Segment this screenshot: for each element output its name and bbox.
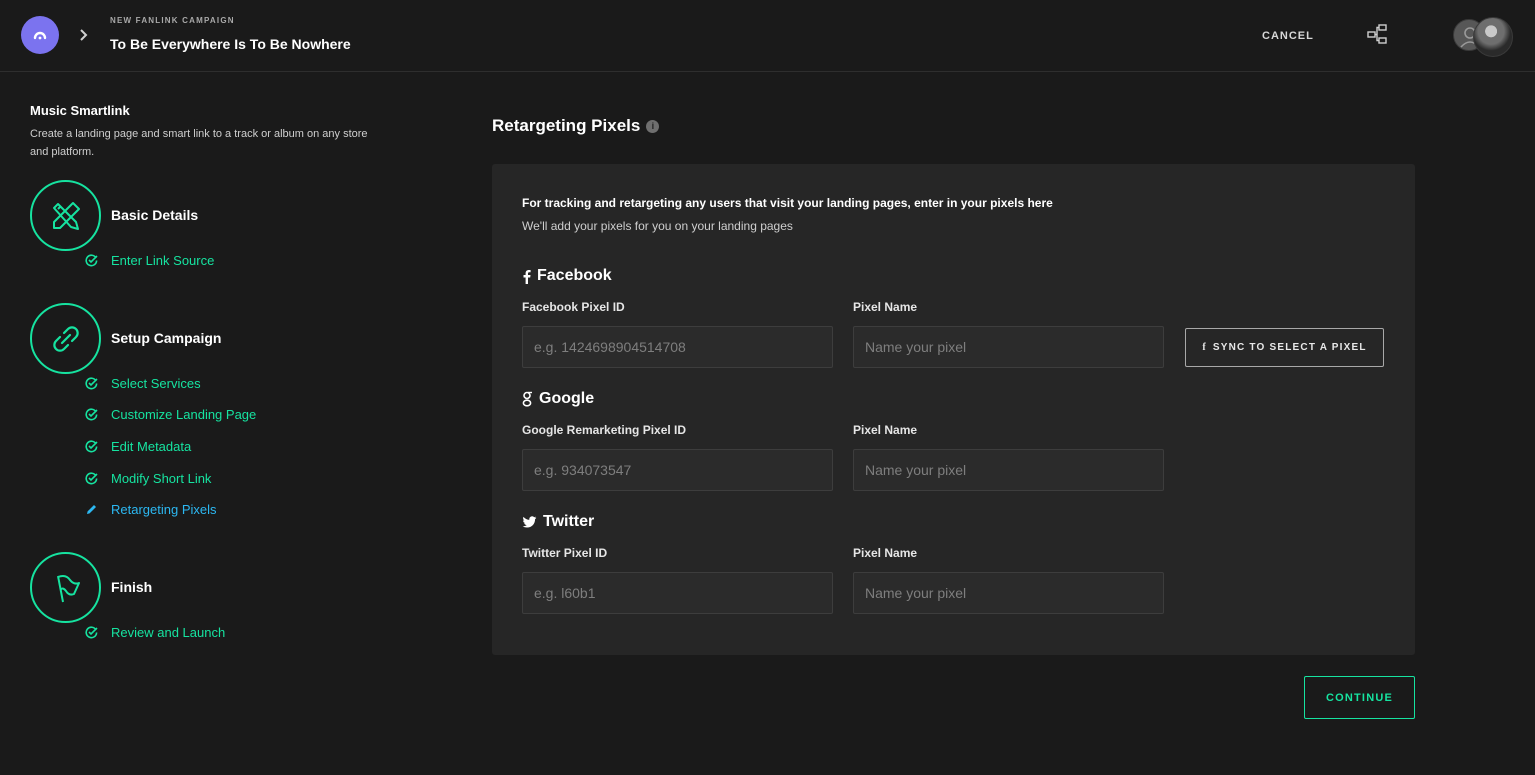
facebook-pixel-id-label: Facebook Pixel ID [522, 300, 625, 314]
flag-icon [56, 574, 80, 602]
step-title-finish[interactable]: Finish [111, 579, 152, 595]
twitter-icon [522, 515, 537, 529]
sitemap-icon[interactable] [1366, 24, 1388, 44]
step-title-setup-campaign[interactable]: Setup Campaign [111, 330, 221, 346]
card-subheading: We'll add your pixels for you on your la… [522, 219, 793, 233]
section-title-facebook: Facebook [522, 267, 612, 285]
twitter-pixel-id-input[interactable] [522, 572, 833, 614]
check-circle-icon [85, 376, 99, 390]
check-circle-icon [85, 439, 99, 453]
substep-customize-landing-page[interactable]: Customize Landing Page [85, 405, 256, 423]
page-title: Retargeting Pixels i [492, 116, 660, 136]
substep-label: Retargeting Pixels [111, 501, 217, 517]
google-pixel-name-label: Pixel Name [853, 423, 918, 437]
twitter-pixel-id-label: Twitter Pixel ID [522, 546, 608, 560]
google-pixel-id-input[interactable] [522, 449, 833, 491]
sidebar-description: Create a landing page and smart link to … [30, 128, 368, 158]
info-icon[interactable]: i [646, 119, 660, 133]
substep-enter-link-source[interactable]: Enter Link Source [85, 251, 214, 269]
substep-label: Enter Link Source [111, 252, 215, 268]
google-icon [522, 391, 533, 407]
step-basic-details-circle [30, 180, 101, 251]
top-header: NEW FANLINK CAMPAIGN To Be Everywhere Is… [0, 0, 1535, 72]
facebook-pixel-id-input[interactable] [522, 326, 833, 368]
substep-modify-short-link[interactable]: Modify Short Link [85, 469, 211, 487]
card-heading: For tracking and retargeting any users t… [522, 196, 1053, 210]
substep-select-services[interactable]: Select Services [85, 374, 201, 392]
facebook-small-icon: f [1202, 342, 1207, 353]
substep-label: Customize Landing Page [111, 406, 257, 422]
sidebar-title: Music Smartlink [30, 103, 130, 118]
facebook-sync-button[interactable]: f SYNC TO SELECT A PIXEL [1185, 328, 1384, 367]
substep-label: Review and Launch [111, 624, 226, 640]
cancel-button[interactable]: CANCEL [1262, 30, 1314, 42]
tools-icon [52, 201, 80, 230]
chevron-right-icon [80, 29, 88, 41]
breadcrumb-eyebrow: NEW FANLINK CAMPAIGN [110, 16, 235, 25]
facebook-icon [522, 269, 531, 284]
continue-button[interactable]: CONTINUE [1304, 676, 1415, 719]
section-title-google: Google [522, 390, 594, 408]
substep-label: Modify Short Link [111, 470, 212, 486]
sync-label: SYNC TO SELECT A PIXEL [1212, 342, 1367, 353]
google-pixel-id-label: Google Remarketing Pixel ID [522, 423, 687, 437]
twitter-pixel-name-label: Pixel Name [853, 546, 918, 560]
campaign-title: To Be Everywhere Is To Be Nowhere [110, 36, 351, 52]
substep-review-and-launch[interactable]: Review and Launch [85, 623, 225, 641]
section-name: Facebook [537, 267, 612, 284]
twitter-pixel-name-input[interactable] [853, 572, 1164, 614]
substep-label: Select Services [111, 375, 201, 391]
page-title-text: Retargeting Pixels [492, 116, 641, 135]
logo-icon [33, 31, 47, 40]
check-circle-icon [85, 253, 99, 267]
step-setup-campaign-circle [30, 303, 101, 374]
check-circle-icon [85, 471, 99, 485]
app-logo[interactable] [21, 16, 59, 54]
google-pixel-name-input[interactable] [853, 449, 1164, 491]
check-circle-icon [85, 407, 99, 421]
step-finish-circle [30, 552, 101, 623]
pencil-icon [85, 502, 99, 516]
substep-retargeting-pixels[interactable]: Retargeting Pixels [85, 500, 217, 518]
check-circle-icon [85, 625, 99, 639]
avatar-photo[interactable] [1473, 17, 1513, 57]
user-avatars[interactable] [1453, 17, 1515, 57]
substep-label: Edit Metadata [111, 438, 192, 454]
section-title-twitter: Twitter [522, 513, 594, 531]
facebook-pixel-name-input[interactable] [853, 326, 1164, 368]
step-title-basic-details[interactable]: Basic Details [111, 207, 198, 223]
substep-edit-metadata[interactable]: Edit Metadata [85, 437, 191, 455]
pixels-card: For tracking and retargeting any users t… [492, 164, 1415, 655]
link-icon [52, 325, 79, 352]
section-name: Google [539, 390, 595, 407]
section-name: Twitter [543, 513, 595, 530]
facebook-pixel-name-label: Pixel Name [853, 300, 918, 314]
